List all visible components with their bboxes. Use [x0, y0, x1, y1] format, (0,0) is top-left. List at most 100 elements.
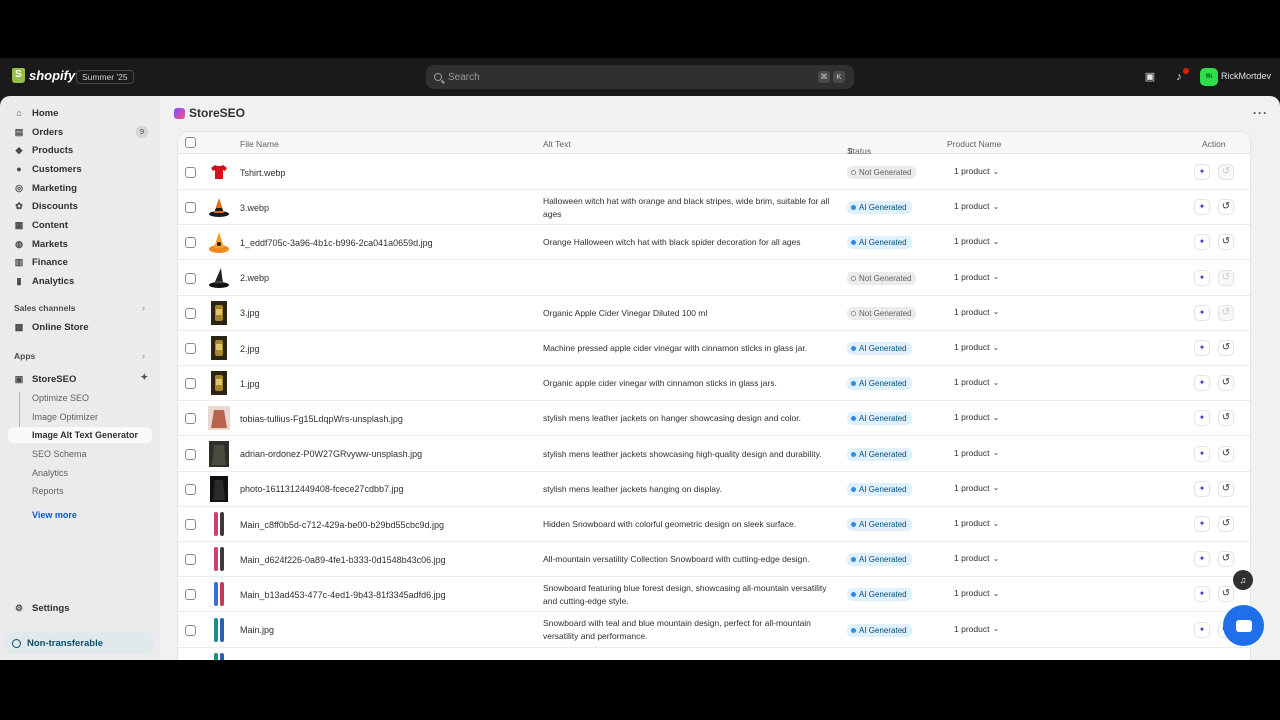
avatar[interactable]: Ri: [1200, 68, 1218, 86]
sidebar-item-finance[interactable]: ▥ Finance: [8, 253, 158, 271]
revert-button[interactable]: ↺: [1218, 199, 1234, 216]
product-dropdown[interactable]: 1 product ⌄: [954, 448, 999, 458]
generate-alt-button[interactable]: ✦: [1194, 410, 1210, 427]
table-row[interactable]: Main.jpg Snowboard with teal and blue mou…: [178, 613, 1250, 648]
search-bar[interactable]: ⌘ K: [426, 65, 854, 89]
row-checkbox[interactable]: [185, 378, 196, 390]
shopify-logo[interactable]: shopify: [12, 68, 75, 83]
row-checkbox[interactable]: [185, 624, 196, 636]
chevron-right-icon[interactable]: ›: [142, 303, 145, 313]
generate-alt-button[interactable]: ✦: [1194, 199, 1210, 216]
table-row[interactable]: Tshirt.webp Not Generated 1 product ⌄ ✦ ↺: [178, 155, 1250, 190]
product-dropdown[interactable]: 1 product ⌄: [954, 588, 999, 598]
product-dropdown[interactable]: 1 product ⌄: [954, 553, 999, 563]
product-dropdown[interactable]: 1 product ⌄: [954, 483, 999, 493]
row-checkbox[interactable]: [185, 343, 196, 354]
row-checkbox[interactable]: [185, 519, 196, 530]
generate-alt-button[interactable]: ✦: [1194, 234, 1210, 251]
table-row[interactable]: 1_eddf705c-3a96-4b1c-b996-2ca041a0659d.j…: [178, 225, 1250, 261]
sales-channels-heading[interactable]: Sales channels: [14, 303, 75, 313]
apps-heading[interactable]: Apps: [14, 351, 35, 361]
revert-button[interactable]: ↺: [1218, 445, 1234, 462]
row-checkbox[interactable]: [185, 483, 196, 495]
sidebar-subitem-optimize-seo[interactable]: Optimize SEO: [32, 393, 89, 403]
table-row[interactable]: 2.webp Not Generated 1 product ⌄ ✦ ↺: [178, 261, 1250, 296]
row-checkbox[interactable]: [185, 413, 196, 425]
product-dropdown[interactable]: 1 product ⌄: [954, 307, 999, 317]
product-dropdown[interactable]: 1 product ⌄: [954, 624, 999, 634]
revert-button[interactable]: ↺: [1218, 340, 1234, 356]
table-row[interactable]: 1.jpg Organic apple cider vinegar with ci…: [178, 366, 1250, 402]
table-row[interactable]: Main_b13ad453-477c-4ed1-9b43-81f3345adfd…: [178, 577, 1250, 613]
revert-button[interactable]: ↺: [1218, 410, 1234, 427]
sidebar-subitem-analytics[interactable]: Analytics: [32, 468, 68, 478]
revert-button[interactable]: ↺: [1218, 516, 1234, 532]
revert-button[interactable]: ↺: [1218, 164, 1234, 180]
generate-alt-button[interactable]: ✦: [1194, 375, 1210, 392]
table-row[interactable]: photo-1611312449408-fcece27cdbb7.jpg styl…: [178, 472, 1250, 507]
revert-button[interactable]: ↺: [1218, 375, 1234, 392]
generate-alt-button[interactable]: ✦: [1194, 269, 1210, 286]
sidebar-subitem-image-alt-text-generator[interactable]: Image Alt Text Generator: [8, 427, 152, 443]
sidebar-item-content[interactable]: ▦ Content: [8, 216, 158, 234]
product-dropdown[interactable]: 1 product ⌄: [954, 166, 999, 176]
generate-alt-button[interactable]: ✦: [1194, 516, 1210, 532]
row-checkbox[interactable]: [185, 167, 196, 178]
product-dropdown[interactable]: 1 product ⌄: [954, 272, 999, 282]
generate-alt-button[interactable]: ✦: [1194, 551, 1210, 568]
chevron-right-icon[interactable]: ›: [142, 351, 145, 361]
row-checkbox[interactable]: [185, 554, 196, 566]
sidebar-item-marketing[interactable]: ◎ Marketing: [8, 179, 158, 197]
non-transferable-banner[interactable]: Non-transferable: [4, 632, 154, 654]
row-checkbox[interactable]: [185, 307, 196, 319]
sidebar-item-markets[interactable]: ◍ Markets: [8, 235, 158, 253]
row-checkbox[interactable]: [185, 589, 196, 601]
notification-bell-icon[interactable]: ♫: [1233, 570, 1253, 590]
sidebar-item-settings[interactable]: ⚙ Settings: [8, 599, 158, 617]
sidebar-item-discounts[interactable]: ✿ Discounts: [8, 197, 158, 215]
sidebar-item-online-store[interactable]: ▩ Online Store: [8, 318, 158, 336]
row-checkbox[interactable]: [185, 237, 196, 249]
revert-button[interactable]: ↺: [1218, 304, 1234, 321]
product-dropdown[interactable]: 1 product ⌄: [954, 236, 999, 246]
row-checkbox[interactable]: [185, 448, 196, 460]
generate-alt-button[interactable]: ✦: [1194, 164, 1210, 180]
store-username[interactable]: RickMortdev: [1221, 71, 1271, 81]
generate-alt-button[interactable]: ✦: [1194, 445, 1210, 462]
sidebar-item-storeseo[interactable]: ▣ StoreSEO ✦: [8, 370, 158, 388]
sidebar-item-analytics[interactable]: ▮ Analytics: [8, 272, 158, 290]
product-dropdown[interactable]: 1 product ⌄: [954, 412, 999, 422]
generate-alt-button[interactable]: ✦: [1194, 586, 1210, 603]
generate-alt-button[interactable]: ✦: [1194, 621, 1210, 638]
more-actions-icon[interactable]: ···: [1253, 106, 1268, 120]
sidebar-item-products[interactable]: ◆ Products: [8, 141, 158, 159]
sidebar-item-orders[interactable]: ▤ Orders 9: [8, 123, 158, 141]
sidebar-subitem-image-optimizer[interactable]: Image Optimizer: [32, 412, 98, 422]
inbox-icon[interactable]: ▣: [1143, 70, 1157, 84]
revert-button[interactable]: ↺: [1218, 586, 1234, 603]
product-dropdown[interactable]: 1 product ⌄: [954, 342, 999, 352]
row-checkbox[interactable]: [185, 272, 196, 284]
table-row[interactable]: Main_d624f226-0a89-4fe1-b333-0d1548b43c0…: [178, 542, 1250, 578]
table-row[interactable]: tobias-tullius-Fg15LdqpWrs-unsplash.jpg s…: [178, 401, 1250, 437]
sidebar-subitem-seo-schema[interactable]: SEO Schema: [32, 449, 87, 459]
table-row[interactable]: Main_c8ff0b5d-c712-429a-be00-b29bd55cbc9…: [178, 507, 1250, 542]
select-all-checkbox[interactable]: [185, 137, 196, 148]
view-more-link[interactable]: View more: [32, 510, 77, 520]
generate-alt-button[interactable]: ✦: [1194, 480, 1210, 497]
generate-alt-button[interactable]: ✦: [1194, 304, 1210, 321]
sidebar-item-customers[interactable]: ● Customers: [8, 160, 158, 178]
table-row[interactable]: 2.jpg Machine pressed apple cider vinegar…: [178, 331, 1250, 366]
product-dropdown[interactable]: 1 product ⌄: [954, 201, 999, 211]
product-dropdown[interactable]: 1 product ⌄: [954, 377, 999, 387]
revert-button[interactable]: ↺: [1218, 234, 1234, 251]
search-input[interactable]: [448, 71, 788, 83]
chat-button[interactable]: [1223, 605, 1264, 646]
product-dropdown[interactable]: 1 product ⌄: [954, 518, 999, 528]
sidebar-subitem-reports[interactable]: Reports: [32, 486, 64, 496]
revert-button[interactable]: ↺: [1218, 480, 1234, 497]
table-row[interactable]: 3.webp Halloween witch hat with orange an…: [178, 190, 1250, 226]
revert-button[interactable]: ↺: [1218, 269, 1234, 286]
revert-button[interactable]: ↺: [1218, 551, 1234, 568]
pin-icon[interactable]: ✦: [140, 372, 148, 383]
